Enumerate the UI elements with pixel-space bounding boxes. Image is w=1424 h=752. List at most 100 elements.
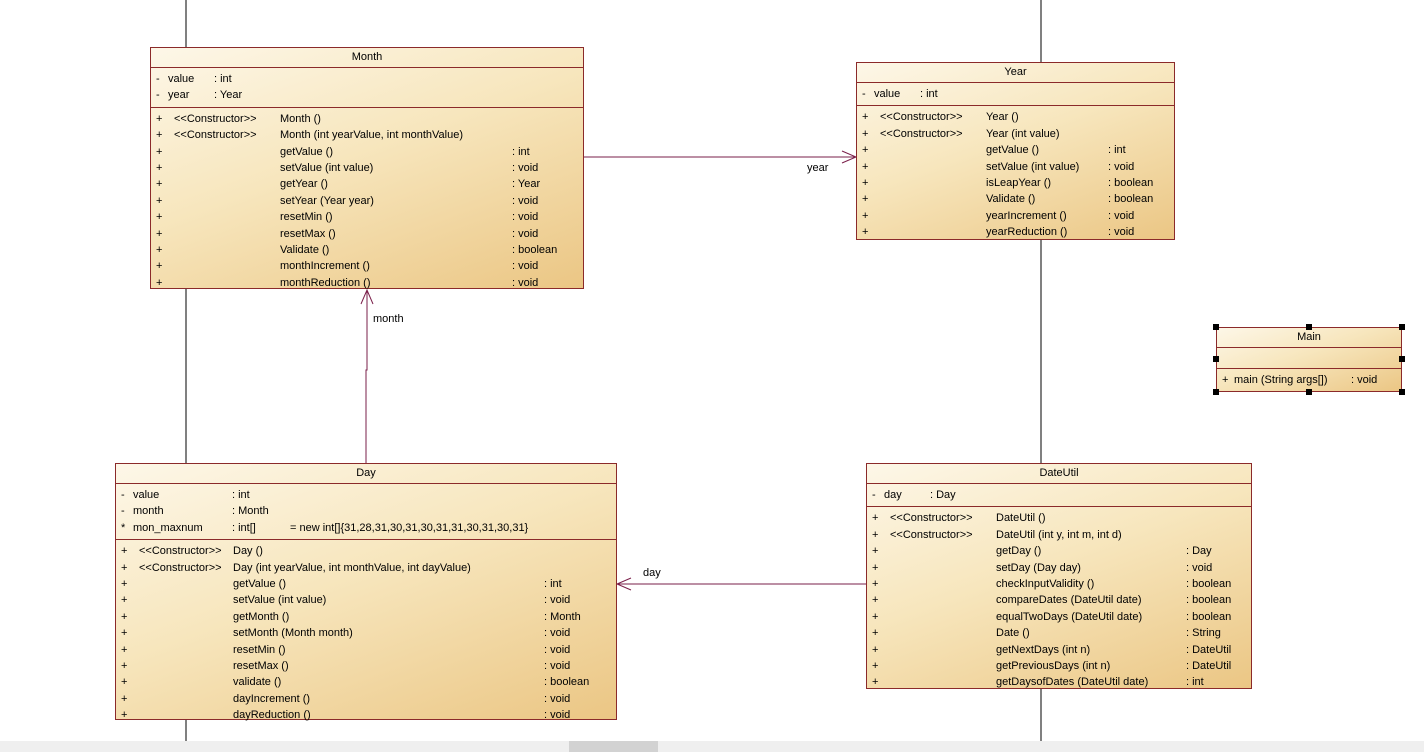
diagram-canvas[interactable]: year month day Month - value: int - year: Ye… xyxy=(0,0,1424,752)
operation-row[interactable]: + <<Constructor>> DateUtil () xyxy=(867,510,1251,526)
operation-return-type: : int xyxy=(512,145,530,158)
attribute-row[interactable]: * mon_maxnum: int[] = new int[]{31,28,31,3… xyxy=(116,520,616,536)
operation-row[interactable]: + resetMax (): void xyxy=(151,226,583,242)
operation-row[interactable]: + dayReduction (): void xyxy=(116,707,616,723)
association-dateutil-day[interactable] xyxy=(615,577,866,591)
visibility-marker: * xyxy=(121,521,126,534)
operation-row[interactable]: + dayIncrement (): void xyxy=(116,691,616,707)
resize-handle-w[interactable] xyxy=(1213,356,1219,362)
operation-row[interactable]: + yearIncrement (): void xyxy=(857,208,1174,224)
operation-row[interactable]: + <<Constructor>> Month (int yearValue, in… xyxy=(151,127,583,143)
attributes-compartment: - day: Day xyxy=(867,484,1251,508)
attribute-row[interactable]: - year: Year xyxy=(151,87,583,103)
operation-row[interactable]: + getPreviousDays (int n): DateUtil xyxy=(867,658,1251,674)
horizontal-scrollbar[interactable] xyxy=(0,741,1424,752)
operations-compartment: + <<Constructor>> Day () + <<Constructor>> Da… xyxy=(116,540,616,726)
operation-row[interactable]: + resetMin (): void xyxy=(116,642,616,658)
attribute-row[interactable]: - month: Month xyxy=(116,503,616,519)
operation-row[interactable]: + getDay (): Day xyxy=(867,543,1251,559)
attribute-row[interactable]: - value: int xyxy=(116,487,616,503)
attribute-row[interactable]: - day: Day xyxy=(867,487,1251,503)
operation-signature: setDay (Day day) xyxy=(996,561,1081,574)
operation-row[interactable]: + getDaysofDates (DateUtil date): int xyxy=(867,674,1251,690)
operation-row[interactable]: + monthReduction (): void xyxy=(151,275,583,291)
operation-row[interactable]: + <<Constructor>> Day (int yearValue, int … xyxy=(116,560,616,576)
operation-return-type: : DateUtil xyxy=(1186,643,1232,656)
visibility-marker: + xyxy=(121,627,128,640)
visibility-marker: + xyxy=(862,176,869,189)
class-year[interactable]: Year - value: int + <<Constructor>> Year () + <… xyxy=(856,62,1175,240)
class-month[interactable]: Month - value: int - year: Year + <<Constructo… xyxy=(150,47,584,289)
operation-signature: getDay () xyxy=(996,545,1042,558)
operation-row[interactable]: + getValue (): int xyxy=(151,144,583,160)
resize-handle-ne[interactable] xyxy=(1399,324,1405,330)
operation-signature: resetMin () xyxy=(280,211,333,224)
resize-handle-sw[interactable] xyxy=(1213,389,1219,395)
resize-handle-se[interactable] xyxy=(1399,389,1405,395)
operation-row[interactable]: + validate (): boolean xyxy=(116,674,616,690)
association-day-month[interactable] xyxy=(360,288,374,463)
resize-handle-e[interactable] xyxy=(1399,356,1405,362)
operation-row[interactable]: + yearReduction (): void xyxy=(857,224,1174,240)
visibility-marker: + xyxy=(156,194,163,207)
operation-row[interactable]: + <<Constructor>> Year () xyxy=(857,109,1174,125)
operation-row[interactable]: + resetMin (): void xyxy=(151,209,583,225)
operation-row[interactable]: + main (String args[]): void xyxy=(1217,372,1401,388)
visibility-marker: + xyxy=(872,676,879,689)
class-main[interactable]: Main + main (String args[]): void xyxy=(1216,327,1402,392)
visibility-marker: + xyxy=(156,260,163,273)
operation-row[interactable]: + compareDates (DateUtil date): boolean xyxy=(867,592,1251,608)
operation-row[interactable]: + isLeapYear (): boolean xyxy=(857,175,1174,191)
resize-handle-nw[interactable] xyxy=(1213,324,1219,330)
operation-stereotype: <<Constructor>> xyxy=(880,127,963,140)
operation-row[interactable]: + getMonth (): Month xyxy=(116,609,616,625)
operation-signature: resetMin () xyxy=(233,643,286,656)
visibility-marker: - xyxy=(862,88,866,100)
attribute-type: : int xyxy=(232,489,250,501)
operation-row[interactable]: + <<Constructor>> Year (int value) xyxy=(857,126,1174,142)
operation-return-type: : boolean xyxy=(1186,610,1232,623)
operation-return-type: : boolean xyxy=(1108,193,1154,206)
operation-row[interactable]: + getValue (): int xyxy=(857,142,1174,158)
operation-row[interactable]: + <<Constructor>> Month () xyxy=(151,111,583,127)
operation-signature: isLeapYear () xyxy=(986,176,1052,189)
operations-compartment: + <<Constructor>> Month () + <<Constructor>>… xyxy=(151,108,583,294)
operation-row[interactable]: + equalTwoDays (DateUtil date): boolean xyxy=(867,609,1251,625)
operation-row[interactable]: + getYear (): Year xyxy=(151,176,583,192)
operation-row[interactable]: + setDay (Day day): void xyxy=(867,560,1251,576)
attribute-type: : Year xyxy=(214,89,243,102)
operation-return-type: : void xyxy=(512,227,539,240)
operation-signature: resetMax () xyxy=(233,659,289,672)
operation-row[interactable]: + <<Constructor>> Day () xyxy=(116,543,616,559)
operation-row[interactable]: + <<Constructor>> DateUtil (int y, int m, … xyxy=(867,527,1251,543)
operation-signature: monthReduction () xyxy=(280,276,371,289)
operation-row[interactable]: + checkInputValidity (): boolean xyxy=(867,576,1251,592)
class-day[interactable]: Day - value: int - month: Month * mon_maxnum: … xyxy=(115,463,617,721)
operation-row[interactable]: + Validate (): boolean xyxy=(151,242,583,258)
operation-row[interactable]: + Date (): String xyxy=(867,625,1251,641)
visibility-marker: + xyxy=(121,577,128,590)
resize-handle-s[interactable] xyxy=(1306,389,1312,395)
attribute-row[interactable]: - value: int xyxy=(857,86,1174,102)
attribute-type: : int xyxy=(920,88,938,100)
visibility-marker: + xyxy=(121,561,128,574)
operation-row[interactable]: + setValue (int value): void xyxy=(857,159,1174,175)
resize-handle-n[interactable] xyxy=(1306,324,1312,330)
attributes-compartment: - value: int xyxy=(857,83,1174,107)
operation-row[interactable]: + setValue (int value): void xyxy=(116,592,616,608)
operation-signature: Month () xyxy=(280,112,321,125)
operation-row[interactable]: + Validate (): boolean xyxy=(857,191,1174,207)
scrollbar-thumb[interactable] xyxy=(569,741,658,752)
operation-row[interactable]: + monthIncrement (): void xyxy=(151,258,583,274)
operation-row[interactable]: + getNextDays (int n): DateUtil xyxy=(867,642,1251,658)
attribute-row[interactable]: - value: int xyxy=(151,71,583,87)
visibility-marker: + xyxy=(121,676,128,689)
operation-row[interactable]: + setYear (Year year): void xyxy=(151,193,583,209)
operation-row[interactable]: + getValue (): int xyxy=(116,576,616,592)
operation-row[interactable]: + setValue (int value): void xyxy=(151,160,583,176)
class-dateutil[interactable]: DateUtil - day: Day + <<Constructor>> DateUti… xyxy=(866,463,1252,689)
operation-row[interactable]: + setMonth (Month month): void xyxy=(116,625,616,641)
operation-row[interactable]: + resetMax (): void xyxy=(116,658,616,674)
attribute-name: month xyxy=(133,505,164,518)
operation-signature: Month (int yearValue, int monthValue) xyxy=(280,129,464,142)
